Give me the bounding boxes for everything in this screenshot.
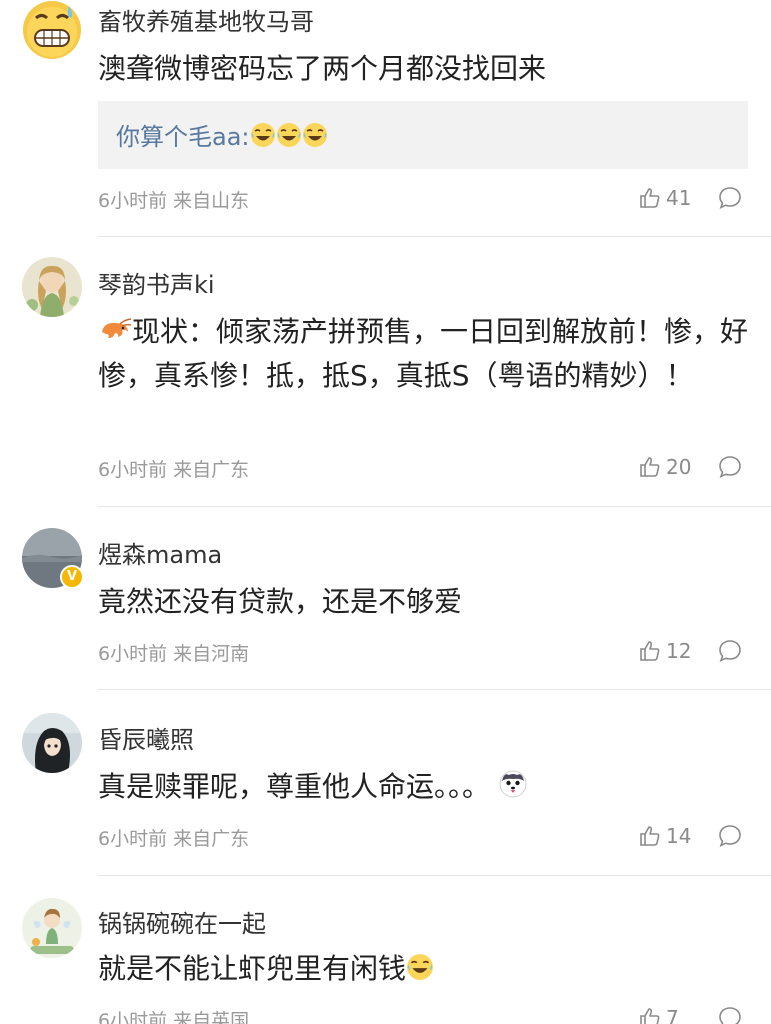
- laughing-tears-icon: [302, 122, 328, 154]
- location: 来自广东: [173, 828, 250, 850]
- comment-text-body: 现状：倾家荡产拼预售，一日回到解放前！惨，好惨，真系惨！抵，抵S，真抵S（粤语的…: [98, 315, 749, 392]
- comment-text-body: 真是赎罪呢，尊重他人命运。。。: [98, 770, 491, 803]
- like-count: 7: [666, 1006, 679, 1024]
- like-button[interactable]: 12: [638, 637, 691, 665]
- timestamp: 6小时前: [98, 828, 168, 850]
- avatar[interactable]: [22, 898, 82, 958]
- timestamp: 6小时前: [98, 643, 168, 665]
- reply-text[interactable]: 你算个毛aa:: [116, 117, 328, 154]
- comment-item: 琴韵书声ki 现状：倾家荡产拼预售，一日回到解放前！惨，好惨，真系惨！抵，抵S，…: [0, 237, 771, 507]
- comment-feed: 畜牧养殖基地牧马哥 澳聋微博密码忘了两个月都没找回来 你算个毛aa: 6小时前来…: [0, 0, 771, 1024]
- comment-text: 就是不能让虾兜里有闲钱: [98, 948, 748, 992]
- location: 来自山东: [173, 190, 250, 212]
- username[interactable]: 畜牧养殖基地牧马哥: [98, 2, 314, 37]
- timestamp: 6小时前: [98, 459, 168, 481]
- avatar[interactable]: [22, 713, 82, 773]
- comment-meta: 6小时前 来自河南: [98, 639, 249, 666]
- comment-text: 现状：倾家荡产拼预售，一日回到解放前！惨，好惨，真系惨！抵，抵S，真抵S（粤语的…: [98, 311, 748, 396]
- like-button[interactable]: 14: [638, 822, 691, 850]
- username[interactable]: 昏辰曦照: [98, 720, 194, 755]
- avatar[interactable]: [22, 0, 82, 60]
- username[interactable]: 煜森mama: [98, 535, 222, 570]
- thumbs-up-icon: [640, 457, 660, 477]
- comment-text: 澳聋微博密码忘了两个月都没找回来: [98, 52, 547, 85]
- shrimp-icon: [98, 314, 132, 355]
- comment-bubble-icon[interactable]: [717, 638, 743, 664]
- username[interactable]: 琴韵书声ki: [98, 265, 215, 300]
- fairy-illustration-icon: [22, 898, 82, 958]
- avatar[interactable]: [22, 257, 82, 317]
- like-count: 41: [666, 186, 692, 210]
- comment-item: 畜牧养殖基地牧马哥 澳聋微博密码忘了两个月都没找回来 你算个毛aa: 6小时前来…: [0, 0, 771, 237]
- comment-bubble-icon[interactable]: [717, 185, 743, 211]
- comment-meta: 6小时前 来自山东: [98, 186, 249, 213]
- illustrated-girl-icon: [22, 257, 82, 317]
- timestamp: 6小时前: [98, 190, 168, 212]
- laughing-tears-icon: [276, 122, 302, 154]
- laughing-tears-icon: [250, 122, 276, 154]
- thumbs-up-icon: [640, 641, 660, 661]
- husky-dog-icon: [498, 769, 528, 810]
- location: 来自广东: [173, 459, 250, 481]
- comment-bubble-icon[interactable]: [717, 823, 743, 849]
- location: 来自英国: [173, 1010, 250, 1024]
- like-button[interactable]: 41: [638, 184, 691, 212]
- comment-text-body: 就是不能让虾兜里有闲钱: [98, 952, 407, 985]
- comment-text: 竟然还没有贷款，还是不够爱: [98, 585, 463, 618]
- comment-meta: 6小时前 来自广东: [98, 824, 249, 851]
- like-button[interactable]: 7: [638, 1004, 679, 1024]
- like-count: 20: [666, 455, 692, 479]
- thumbs-up-icon: [640, 188, 660, 208]
- reply-preview[interactable]: 你算个毛aa:: [98, 101, 748, 169]
- like-button[interactable]: 20: [638, 453, 691, 481]
- thumbs-up-icon: [640, 1008, 660, 1024]
- grinning-sweat-emoji-icon: [23, 1, 81, 59]
- timestamp: 6小时前: [98, 1010, 168, 1024]
- comment-item: 昏辰曦照 真是赎罪呢，尊重他人命运。。。 6小时前 来自广东 14: [0, 690, 771, 876]
- comment-bubble-icon[interactable]: [717, 1005, 743, 1024]
- like-count: 12: [666, 639, 692, 663]
- comment-item: 锅锅碗碗在一起 就是不能让虾兜里有闲钱 6小时前 来自英国 7: [0, 876, 771, 1024]
- thumbs-up-icon: [640, 826, 660, 846]
- username[interactable]: 锅锅碗碗在一起: [98, 904, 266, 939]
- like-count: 14: [666, 824, 692, 848]
- reply-link-text[interactable]: 你算个毛aa:: [116, 123, 250, 151]
- comment-bubble-icon[interactable]: [717, 454, 743, 480]
- comment-text: 真是赎罪呢，尊重他人命运。。。: [98, 766, 748, 810]
- laughing-tears-icon: [406, 951, 434, 992]
- comment-meta: 6小时前 来自英国: [98, 1006, 249, 1024]
- location: 来自河南: [173, 643, 250, 665]
- comment-meta: 6小时前 来自广东: [98, 455, 249, 482]
- comment-item: V 煜森mama 竟然还没有贷款，还是不够爱 6小时前 来自河南 12: [0, 507, 771, 690]
- verified-badge: V: [60, 565, 84, 589]
- anime-girl-icon: [22, 713, 82, 773]
